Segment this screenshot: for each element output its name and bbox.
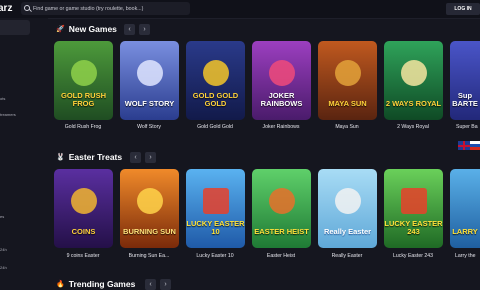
next-button[interactable]: › [139,24,150,35]
game-card[interactable]: GOLD RUSH FROG [54,41,113,120]
game-art: BURNING SUN [120,169,179,248]
game-card[interactable]: Sup BARTE [450,41,480,120]
game-name[interactable]: 2 Ways Royal [383,124,443,130]
game-art: LUCKY EASTER 243 [384,169,443,248]
game-card[interactable]: Really Easter [318,169,377,248]
seven-icon [202,187,229,214]
game-card[interactable]: JOKER RAINBOWS [252,41,311,120]
cards-icon [400,59,427,86]
top-bar: arz Find game or game studio (try roulet… [0,0,480,19]
sidebar-item[interactable]: es [0,214,4,219]
game-card[interactable]: LUCKY EASTER 10 [186,169,245,248]
game-art: WOLF STORY [120,41,179,120]
game-name[interactable]: Super Ba [456,124,480,130]
search-icon [21,2,33,15]
game-art: COINS [54,169,113,248]
fire-icon: 🔥 [56,281,65,288]
game-card[interactable]: MAYA SUN [318,41,377,120]
login-button[interactable]: LOG IN [446,3,480,15]
game-art: Sup BARTE [450,41,480,120]
game-art: EASTER HEIST [252,169,311,248]
prev-button[interactable]: ‹ [124,24,135,35]
game-card[interactable]: 2 WAYS ROYAL [384,41,443,120]
sidebar-item[interactable]: 24h [0,265,7,270]
game-name[interactable]: Wolf Story [119,124,179,130]
game-art: LARRY [450,169,480,248]
bunny-icon [334,187,361,214]
prev-button[interactable]: ‹ [130,152,141,163]
rabbit-icon [268,187,295,214]
game-name[interactable]: Really Easter [317,253,377,259]
game-card[interactable]: LARRY [450,169,480,248]
game-name[interactable]: Larry the [455,253,480,259]
sidebar-item[interactable]: treamers [0,112,16,117]
russian-flag-icon[interactable] [470,141,480,150]
game-name[interactable]: Maya Sun [317,124,377,130]
sun-icon [136,187,163,214]
game-art: LUCKY EASTER 10 [186,169,245,248]
game-art-title: Sup BARTE [452,91,478,108]
next-button[interactable]: › [145,152,156,163]
seven-icon [400,187,427,214]
game-art-title: GOLD RUSH FROG [61,91,106,108]
rocket-icon: 🚀 [56,26,65,33]
next-button[interactable]: › [160,279,171,290]
game-art-title: LUCKY EASTER 243 [384,219,443,236]
game-name[interactable]: Lucky Easter 10 [185,253,245,259]
game-art: GOLD GOLD GOLD [186,41,245,120]
section-title-easter-treats: 🐰 Easter Treats [56,152,122,162]
game-name[interactable]: Easter Heist [251,253,311,259]
game-art-title: MAYA SUN [328,99,367,108]
game-art-title: 2 WAYS ROYAL [385,99,442,108]
game-art: GOLD RUSH FROG [54,41,113,120]
game-card[interactable]: COINS [54,169,113,248]
sidebar-item[interactable]: 24h [0,247,7,252]
game-art: Really Easter [318,169,377,248]
mask-icon [334,59,361,86]
game-art-title: JOKER RAINBOWS [260,91,303,108]
section-title-text: New Games [68,24,117,34]
game-art: JOKER RAINBOWS [252,41,311,120]
moon-icon [136,59,163,86]
game-art-title: WOLF STORY [124,99,175,108]
game-name[interactable]: Joker Rainbows [251,124,311,130]
sidebar-item[interactable]: ots [0,96,5,101]
game-art-title: GOLD GOLD GOLD [192,91,239,108]
game-card[interactable]: LUCKY EASTER 243 [384,169,443,248]
game-art: 2 WAYS ROYAL [384,41,443,120]
game-art-title: LARRY [452,227,478,236]
sidebar-active-item[interactable] [0,20,30,35]
joker-icon [268,59,295,86]
game-card[interactable]: GOLD GOLD GOLD [186,41,245,120]
section-title-text: Easter Treats [68,152,123,162]
game-art-title: LUCKY EASTER 10 [186,219,245,236]
game-name[interactable]: Burning Sun Ea... [119,253,179,259]
sidebar: ots treamers es 24h 24h [0,18,48,288]
game-art-title: BURNING SUN [123,227,176,236]
bunny-icon: 🐰 [56,154,65,161]
coin-icon [70,187,97,214]
section-title-new-games: 🚀 New Games [56,24,117,34]
search-box[interactable]: Find game or game studio (try roulette, … [21,2,190,15]
game-art-title: Really Easter [323,227,372,236]
game-name[interactable]: Gold Rush Frog [53,124,113,130]
game-name[interactable]: Gold Gold Gold [185,124,245,130]
game-card[interactable]: EASTER HEIST [252,169,311,248]
site-logo[interactable]: arz [0,3,12,14]
search-input[interactable]: Find game or game studio (try roulette, … [33,6,143,12]
game-card[interactable]: WOLF STORY [120,41,179,120]
game-card[interactable]: BURNING SUN [120,169,179,248]
prev-button[interactable]: ‹ [145,279,156,290]
frog-icon [70,59,97,86]
game-name[interactable]: 9 coins Easter [53,253,113,259]
english-flag-icon[interactable] [458,141,470,150]
game-art-title: COINS [71,227,96,236]
game-art: MAYA SUN [318,41,377,120]
game-name[interactable]: Lucky Easter 243 [383,253,443,259]
game-art-title: EASTER HEIST [254,227,309,236]
star-icon [202,59,229,86]
